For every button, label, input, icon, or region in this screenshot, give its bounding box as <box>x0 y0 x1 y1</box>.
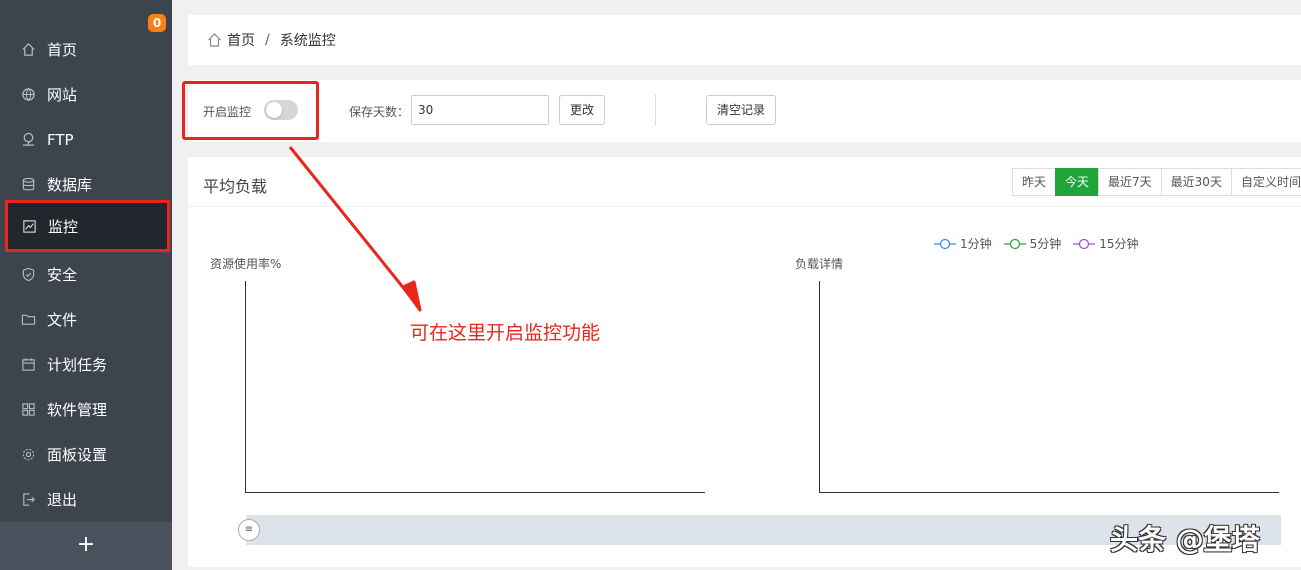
watermark: 头条 @堡塔 <box>1110 523 1260 556</box>
app-root: 0 首页 网站 FTP 数据库 监控 安全 文件 计划任务 软件管理 面板设置 … <box>0 0 1301 570</box>
annotation-arrow <box>288 146 422 312</box>
annotation-text: 可在这里开启监控功能 <box>410 322 601 344</box>
